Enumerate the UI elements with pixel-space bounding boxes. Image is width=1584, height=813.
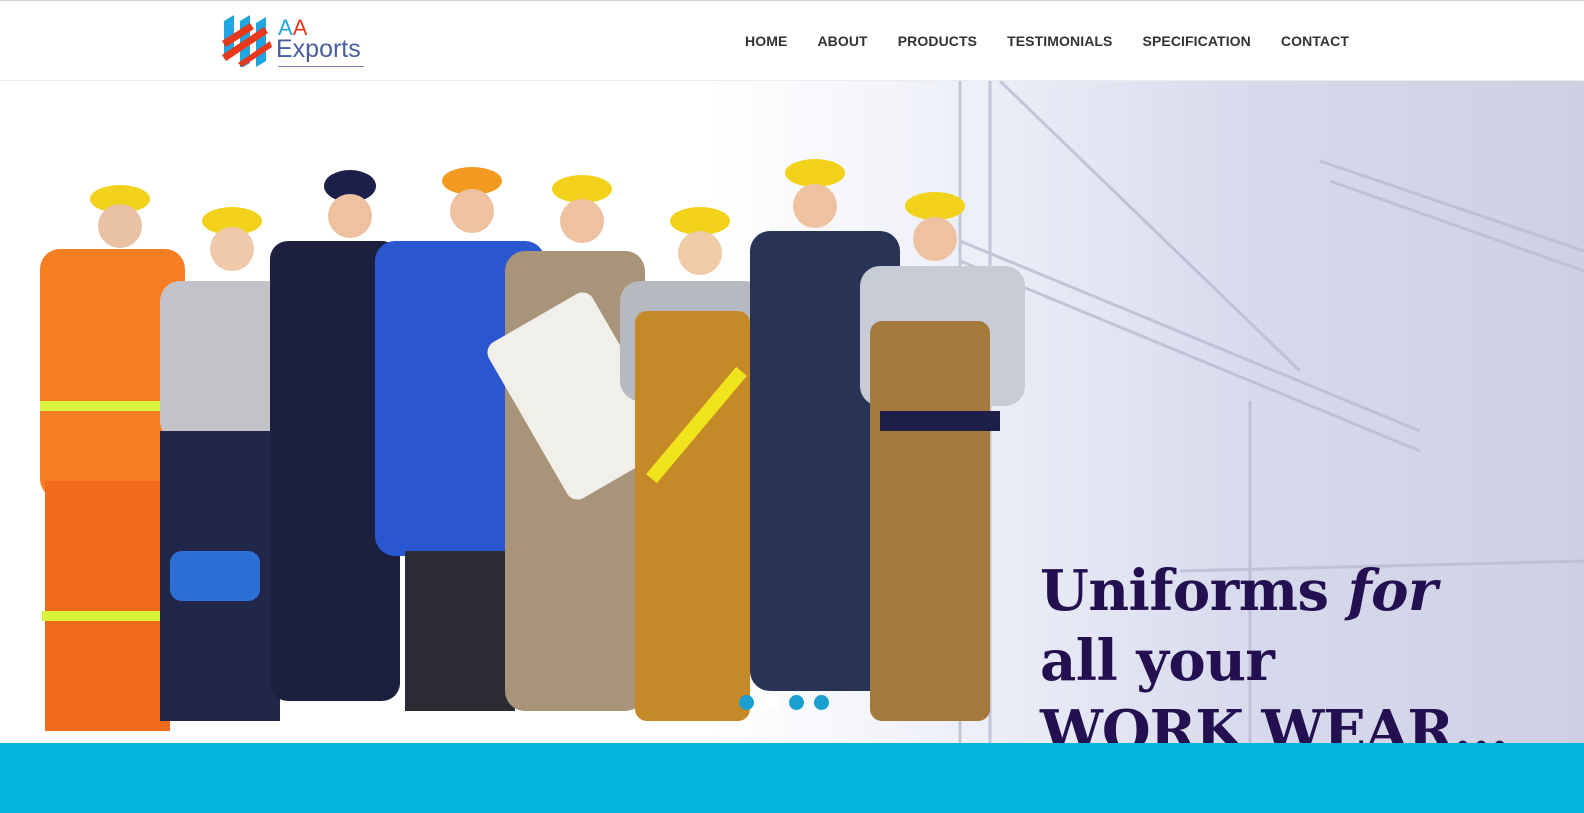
logo-exports-text: Exports — [276, 35, 361, 63]
nav-products[interactable]: PRODUCTS — [898, 31, 977, 51]
headline-line-3: WORK WEAR... — [1040, 698, 1509, 743]
headline-line-1: Uniforms for — [1040, 556, 1560, 626]
slide-dot-3[interactable] — [789, 695, 804, 710]
aa-exports-logo[interactable]: AA Exports — [220, 9, 370, 69]
headline-line-2: all your — [1040, 628, 1275, 694]
slider-pagination — [739, 695, 839, 710]
slide-dot-1[interactable] — [739, 695, 754, 710]
hero-headline: Uniforms for all your WORK WEAR... — [1040, 556, 1560, 743]
logo-mark-icon — [222, 15, 272, 67]
nav-home[interactable]: HOME — [745, 31, 787, 51]
nav-specification[interactable]: SPECIFICATION — [1143, 31, 1251, 51]
headline-word-uniforms: Uniforms — [1040, 558, 1329, 624]
nav-contact[interactable]: CONTACT — [1281, 31, 1349, 51]
slide-dot-4[interactable] — [814, 695, 829, 710]
nav-testimonials[interactable]: TESTIMONIALS — [1007, 31, 1112, 51]
slide-dot-2[interactable] — [764, 695, 779, 710]
main-nav: HOME ABOUT PRODUCTS TESTIMONIALS SPECIFI… — [745, 31, 1349, 51]
cyan-band — [0, 743, 1584, 813]
site-header: AA Exports HOME ABOUT PRODUCTS TESTIMONI… — [0, 1, 1584, 81]
hero-slider: Uniforms for all your WORK WEAR... — [0, 81, 1584, 743]
logo-underline — [278, 66, 364, 67]
nav-about[interactable]: ABOUT — [817, 31, 867, 51]
headline-word-for: for — [1347, 558, 1438, 624]
